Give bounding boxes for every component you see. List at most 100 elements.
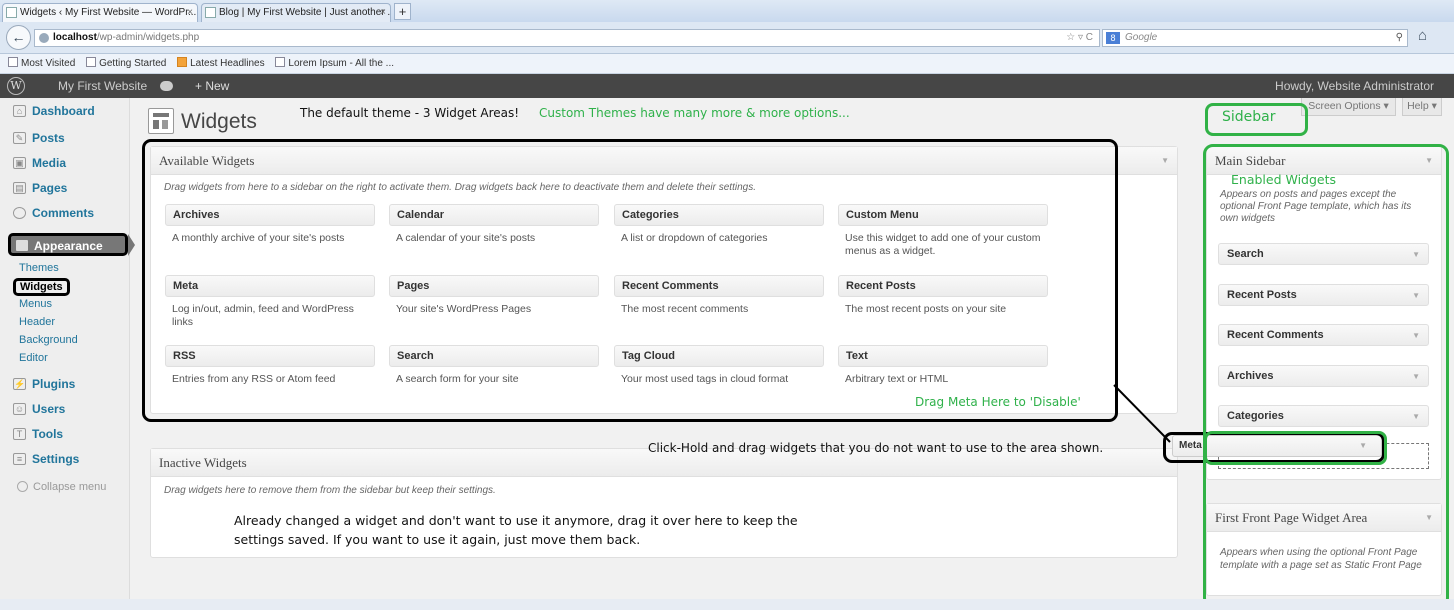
search-bar[interactable]: 8 Google ⚲ (1102, 29, 1408, 47)
annotation-drag-meta: Drag Meta Here to 'Disable' (915, 395, 1081, 409)
page-icon (86, 57, 97, 67)
search-engine-icon[interactable]: 8 (1106, 32, 1120, 44)
menu-plugins[interactable]: ⚡ Plugins (0, 373, 130, 395)
site-name-link[interactable]: My First Website (58, 74, 147, 98)
settings-icon: ≡ (13, 453, 26, 465)
page-icon (6, 7, 17, 18)
submenu-themes[interactable]: Themes (19, 262, 59, 274)
tab-widgets[interactable]: Widgets ‹ My First Website — WordPr... × (2, 3, 198, 22)
comments-bubble-icon[interactable] (160, 81, 173, 91)
annotation-enabled-widgets: Enabled Widgets (1231, 172, 1337, 187)
bookmark-label: Most Visited (21, 58, 76, 69)
address-bar[interactable]: localhost/wp-admin/widgets.php ☆ ▿ C (34, 29, 1100, 47)
new-tab-button[interactable]: + (394, 3, 411, 20)
bookmark-latest-headlines[interactable]: Latest Headlines (177, 54, 265, 73)
bookmark-icon (8, 57, 18, 67)
menu-dashboard[interactable]: ⌂ Dashboard (0, 100, 130, 122)
annotation-already-changed-line2: settings saved. If you want to use it ag… (234, 532, 641, 547)
pin-icon: ✎ (13, 132, 26, 144)
bookmark-getting-started[interactable]: Getting Started (86, 54, 166, 73)
media-icon: ▣ (13, 157, 26, 169)
submenu-header[interactable]: Header (19, 316, 55, 328)
menu-label: Comments (32, 206, 95, 220)
appearance-icon (16, 240, 28, 251)
pages-icon: ▤ (13, 182, 26, 194)
wp-admin-bar: W My First Website + New Howdy, Website … (0, 74, 1454, 98)
globe-icon (39, 33, 49, 43)
menu-label: Appearance (34, 239, 103, 253)
annotation-enabled-widgets-box (1203, 144, 1449, 608)
bookmark-label: Latest Headlines (190, 58, 265, 69)
search-placeholder: Google (1125, 32, 1158, 43)
rss-icon (177, 57, 188, 67)
menu-label: Tools (32, 427, 64, 441)
submenu-widgets[interactable]: Widgets (13, 278, 70, 296)
current-menu-arrow (128, 234, 135, 256)
menu-label: Posts (32, 131, 65, 145)
bookmark-star-icon[interactable]: ☆ ▿ C (1066, 30, 1093, 46)
submenu-menus[interactable]: Menus (19, 298, 52, 310)
submenu-background[interactable]: Background (19, 334, 78, 346)
menu-label: Pages (32, 181, 68, 195)
chevron-down-icon[interactable]: ▼ (1161, 147, 1169, 175)
annotation-meta-green-box (1204, 431, 1387, 465)
panel-title: Inactive Widgets (159, 455, 247, 470)
bookmark-most-visited[interactable]: Most Visited (8, 54, 75, 73)
annotation-default-theme: The default theme - 3 Widget Areas! (300, 106, 520, 120)
annotation-already-changed-line1: Already changed a widget and don't want … (234, 513, 798, 528)
back-button[interactable]: ← (6, 25, 31, 50)
bookmarks-bar: Most Visited Getting Started Latest Head… (0, 54, 1454, 74)
menu-media[interactable]: ▣ Media (0, 152, 130, 174)
menu-users[interactable]: ☺ Users (0, 398, 130, 420)
annotation-custom-themes: Custom Themes have many more & more opti… (539, 106, 850, 120)
home-icon[interactable]: ⌂ (1418, 27, 1427, 44)
bookmark-label: Lorem Ipsum - All the ... (288, 58, 395, 69)
page-title: Widgets (181, 110, 257, 133)
menu-posts[interactable]: ✎ Posts (0, 127, 130, 149)
url-path: /wp-admin/widgets.php (96, 32, 200, 43)
window-bottom-edge (0, 599, 1454, 610)
submenu-editor[interactable]: Editor (19, 352, 48, 364)
howdy-user-link[interactable]: Howdy, Website Administrator (1275, 74, 1434, 98)
help-button[interactable]: Help ▾ (1402, 98, 1442, 116)
users-icon: ☺ (13, 403, 26, 415)
menu-label: Plugins (32, 377, 76, 391)
search-icon[interactable]: ⚲ (1396, 30, 1403, 46)
tab-label: Blog | My First Website | Just another .… (219, 7, 391, 18)
menu-appearance[interactable]: Appearance (8, 233, 128, 256)
tab-label: Widgets ‹ My First Website — WordPr... (20, 7, 197, 18)
browser-tab-bar: Widgets ‹ My First Website — WordPr... ×… (0, 0, 1454, 22)
url-host: localhost (53, 32, 97, 43)
wordpress-logo-icon[interactable]: W (7, 77, 25, 95)
tools-icon: T (13, 428, 26, 440)
close-tab-icon[interactable]: × (380, 4, 386, 22)
bookmark-label: Getting Started (99, 58, 167, 69)
collapse-label: Collapse menu (33, 481, 107, 493)
screen-options-button[interactable]: Screen Options ▾ (1301, 98, 1396, 116)
collapse-menu-button[interactable]: Collapse menu (17, 481, 106, 493)
annotation-click-hold: Click-Hold and drag widgets that you do … (648, 441, 1104, 455)
bookmark-lorem-ipsum[interactable]: Lorem Ipsum - All the ... (275, 54, 394, 73)
menu-settings[interactable]: ≡ Settings (0, 448, 130, 470)
panel-description: Drag widgets here to remove them from th… (164, 485, 496, 496)
annotation-available-highlight (142, 139, 1118, 422)
dashboard-icon: ⌂ (13, 105, 26, 117)
browser-nav-bar: ← localhost/wp-admin/widgets.php ☆ ▿ C 8… (0, 22, 1454, 54)
annotation-sidebar-label: Sidebar (1222, 109, 1276, 125)
page-icon (275, 57, 286, 67)
menu-label: Media (32, 156, 67, 170)
menu-label: Users (32, 402, 66, 416)
page-icon (205, 7, 216, 18)
menu-label: Dashboard (32, 104, 95, 118)
menu-tools[interactable]: T Tools (0, 423, 130, 445)
menu-comments[interactable]: Comments (0, 202, 130, 224)
widgets-page-icon (148, 108, 174, 134)
menu-label: Settings (32, 452, 80, 466)
plugins-icon: ⚡ (13, 378, 26, 390)
new-content-link[interactable]: + New (195, 74, 229, 98)
close-tab-icon[interactable]: × (187, 4, 193, 22)
tab-blog[interactable]: Blog | My First Website | Just another .… (201, 3, 391, 22)
menu-pages[interactable]: ▤ Pages (0, 177, 130, 199)
collapse-icon (17, 481, 28, 492)
comments-icon (13, 207, 26, 219)
